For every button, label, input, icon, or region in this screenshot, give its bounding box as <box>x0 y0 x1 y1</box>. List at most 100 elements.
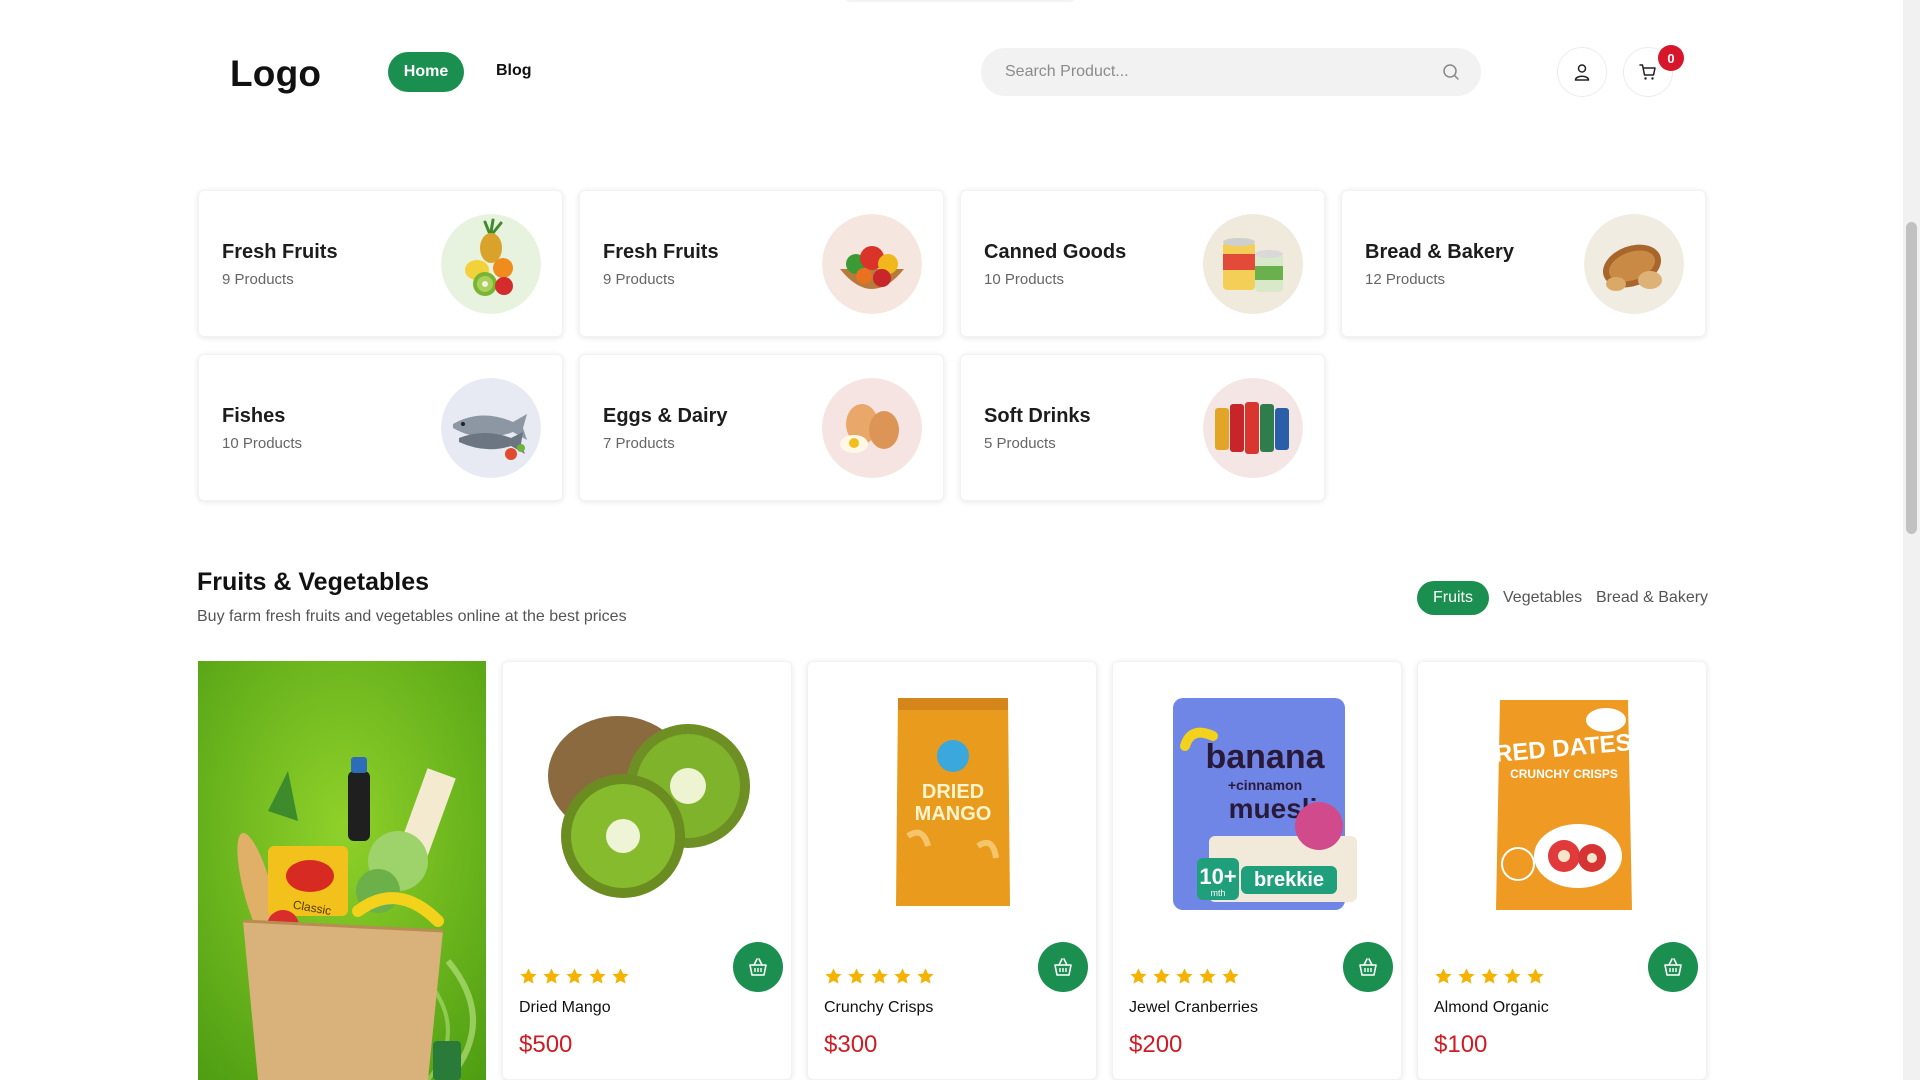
add-to-basket-button[interactable] <box>1038 942 1088 992</box>
product-price: $200 <box>1129 1031 1183 1058</box>
category-card-fresh-fruits[interactable]: Fresh Fruits 9 Products <box>198 190 563 337</box>
red-dates-package-image: RED DATES CRUNCHY CRISPS <box>1494 700 1633 910</box>
package-title-line2: MANGO <box>915 803 992 825</box>
dried-mango-package-image: DRIED MANGO <box>896 698 1010 906</box>
category-card-canned-goods[interactable]: Canned Goods 10 Products <box>960 190 1325 337</box>
fruit-basket-image <box>441 214 541 314</box>
nav-blog-link[interactable]: Blog <box>496 62 532 80</box>
muesli-package-image: banana +cinnamon muesli 10+ mth brekkie <box>1173 698 1357 910</box>
vegetable-bowl-image <box>822 214 922 314</box>
star-icon <box>1435 968 1452 984</box>
star-icon <box>1176 968 1193 984</box>
nav-home-button[interactable]: Home <box>388 52 464 92</box>
product-name[interactable]: Dried Mango <box>519 999 611 1017</box>
star-icon <box>1458 968 1475 984</box>
soft-drinks-image <box>1203 378 1303 478</box>
package-line-cinnamon: +cinnamon <box>1228 777 1302 793</box>
star-icon <box>871 968 888 984</box>
basket-icon <box>1054 958 1072 976</box>
category-count: 9 Products <box>603 271 675 288</box>
category-count: 7 Products <box>603 435 675 452</box>
star-icon <box>848 968 865 984</box>
category-count: 10 Products <box>222 435 303 452</box>
product-name[interactable]: Jewel Cranberries <box>1129 999 1258 1017</box>
product-price: $500 <box>519 1031 573 1058</box>
category-name: Canned Goods <box>984 241 1127 263</box>
star-icon <box>566 968 583 984</box>
product-price: $100 <box>1434 1031 1488 1058</box>
category-name: Fishes <box>222 405 286 427</box>
basket-icon <box>1664 958 1682 976</box>
search-icon[interactable] <box>1441 62 1461 82</box>
tab-vegetables[interactable]: Vegetables <box>1503 581 1582 615</box>
star-icon <box>1222 968 1239 984</box>
star-icon <box>1130 968 1147 984</box>
star-icon <box>1504 968 1521 984</box>
category-name: Fresh Fruits <box>222 241 338 263</box>
category-card-eggs-dairy[interactable]: Eggs & Dairy 7 Products <box>579 354 944 501</box>
fish-image <box>441 378 541 478</box>
product-name[interactable]: Crunchy Crisps <box>824 999 933 1017</box>
category-card-bread-bakery[interactable]: Bread & Bakery 12 Products <box>1341 190 1706 337</box>
category-name: Fresh Fruits <box>603 241 719 263</box>
rating-stars <box>1129 967 1240 986</box>
star-icon <box>1527 968 1544 984</box>
category-card-fresh-fruits-2[interactable]: Fresh Fruits 9 Products <box>579 190 944 337</box>
canned-goods-image <box>1203 214 1303 314</box>
rating-stars <box>824 967 935 986</box>
add-to-basket-button[interactable] <box>733 942 783 992</box>
cart-icon <box>1639 64 1656 80</box>
product-card-crunchy-crisps[interactable]: DRIED MANGO Crunchy Crisps $300 <box>807 661 1097 1080</box>
category-count: 5 Products <box>984 435 1056 452</box>
product-card-dried-mango[interactable]: Dried Mango $500 <box>502 661 792 1080</box>
category-count: 10 Products <box>984 271 1065 288</box>
add-to-basket-button[interactable] <box>1648 942 1698 992</box>
star-icon <box>543 968 560 984</box>
product-card-jewel-cranberries[interactable]: banana +cinnamon muesli 10+ mth brekkie … <box>1112 661 1402 1080</box>
top-decoration <box>845 0 1075 2</box>
product-name[interactable]: Almond Organic <box>1434 999 1549 1017</box>
rating-stars <box>1434 967 1545 986</box>
promo-banner-image[interactable]: Classic <box>198 661 486 1080</box>
search-input[interactable] <box>1005 48 1425 96</box>
category-card-fishes[interactable]: Fishes 10 Products <box>198 354 563 501</box>
product-card-almond-organic[interactable]: RED DATES CRUNCHY CRISPS Almond Organic … <box>1417 661 1707 1080</box>
section-title: Fruits & Vegetables <box>197 568 430 596</box>
search-bar <box>981 48 1481 96</box>
package-line-banana: banana <box>1205 738 1325 776</box>
star-icon <box>1153 968 1170 984</box>
tab-bread-bakery[interactable]: Bread & Bakery <box>1596 581 1708 615</box>
star-icon <box>894 968 911 984</box>
category-name: Bread & Bakery <box>1365 241 1514 263</box>
section-subtitle: Buy farm fresh fruits and vegetables onl… <box>197 608 627 625</box>
category-name: Soft Drinks <box>984 405 1091 427</box>
add-to-basket-button[interactable] <box>1343 942 1393 992</box>
tab-fruits[interactable]: Fruits <box>1417 581 1489 615</box>
star-icon <box>825 968 842 984</box>
product-price: $300 <box>824 1031 878 1058</box>
star-icon <box>917 968 934 984</box>
bread-image <box>1584 214 1684 314</box>
page-scrollbar-track[interactable] <box>1903 0 1920 1080</box>
package-subtitle: CRUNCHY CRISPS <box>1510 767 1618 781</box>
kiwi-image <box>548 716 750 898</box>
rating-stars <box>519 967 630 986</box>
package-age-unit: mth <box>1210 888 1225 898</box>
package-age-number: 10+ <box>1199 864 1236 889</box>
category-name: Eggs & Dairy <box>603 405 728 427</box>
basket-icon <box>1359 958 1377 976</box>
category-card-soft-drinks[interactable]: Soft Drinks 5 Products <box>960 354 1325 501</box>
star-icon <box>589 968 606 984</box>
logo[interactable]: Logo <box>230 53 321 95</box>
package-brand: brekkie <box>1254 869 1324 891</box>
package-title-line1: DRIED <box>922 781 984 803</box>
cart-count-badge: 0 <box>1658 45 1684 71</box>
category-count: 9 Products <box>222 271 294 288</box>
page-scrollbar-thumb[interactable] <box>1906 222 1917 534</box>
star-icon <box>1481 968 1498 984</box>
star-icon <box>520 968 537 984</box>
category-count: 12 Products <box>1365 271 1446 288</box>
basket-icon <box>749 958 767 976</box>
account-button[interactable] <box>1557 47 1607 97</box>
star-icon <box>1199 968 1216 984</box>
